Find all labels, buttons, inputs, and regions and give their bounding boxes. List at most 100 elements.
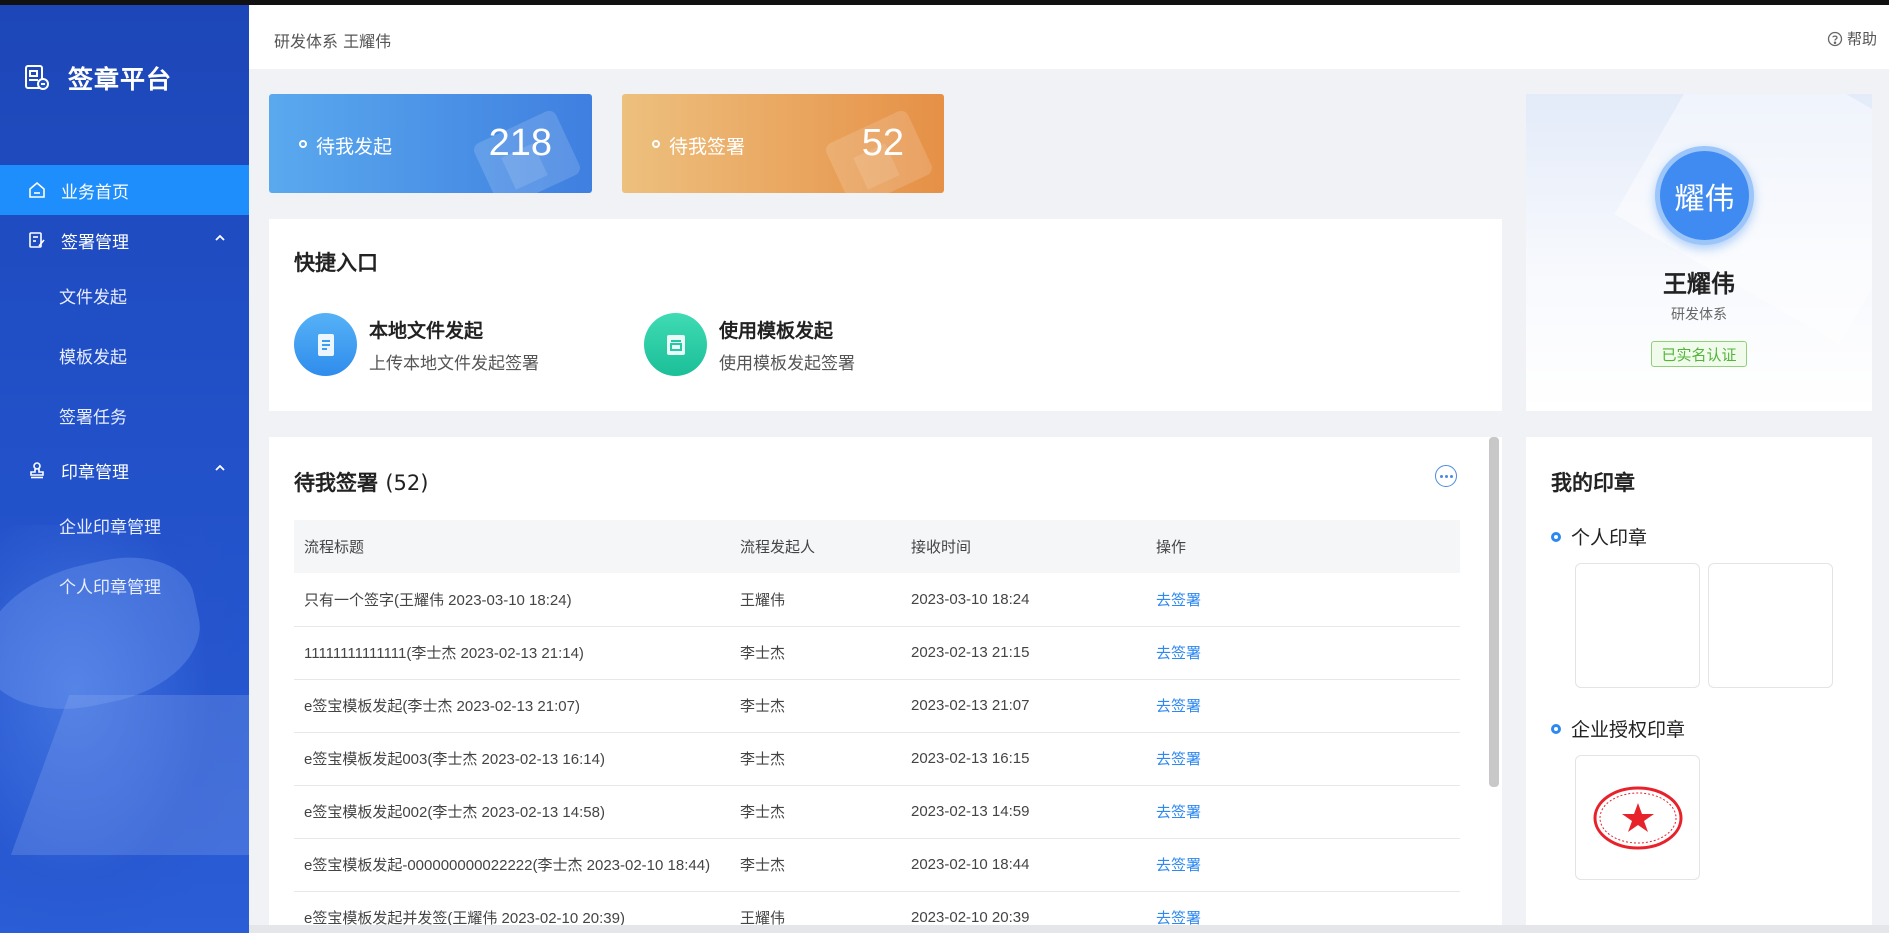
top-header: 研发体系 王耀伟 帮助 [249,5,1889,69]
company-seal-icon [1593,786,1683,850]
local-file-initiate-entry[interactable]: 本地文件发起 上传本地文件发起签署 [294,313,539,376]
table-row: e签宝模板发起003(李士杰 2023-02-13 16:14) 李士杰 2023-… [294,732,1460,785]
pending-sign-panel: 待我签署 (52) 流程标题 流程发起人 接收时间 操作 只有一个签字(王耀伟 … [269,437,1502,933]
cell-action: 去签署 [1146,626,1460,679]
my-seals-title: 我的印章 [1551,471,1635,495]
stat-card-to-initiate[interactable]: 待我发起 218 [269,94,592,193]
cell-action: 去签署 [1146,732,1460,785]
entry-subtitle: 上传本地文件发起签署 [369,353,539,374]
go-sign-link[interactable]: 去签署 [1156,592,1201,609]
bullet-icon [299,140,307,148]
stat-label: 待我发起 [316,136,393,158]
stamp-icon [30,462,44,479]
cell-action: 去签署 [1146,838,1460,891]
sidebar-item-file-initiate[interactable]: 文件发起 [0,265,249,325]
go-sign-link[interactable]: 去签署 [1156,698,1201,715]
table-header-row: 流程标题 流程发起人 接收时间 操作 [294,520,1460,573]
cell-title: 11111111111111(李士杰 2023-02-13 21:14) [304,645,584,662]
cell-title: e签宝模板发起002(李士杰 2023-02-13 14:58) [304,804,605,821]
cell-initiator: 王耀伟 [740,591,786,609]
cell-time: 2023-02-13 21:07 [911,697,1030,714]
chevron-up-icon [215,234,225,241]
app-title: 签章平台 [68,65,173,94]
entry-subtitle: 使用模板发起签署 [719,353,855,374]
column-header-title: 流程标题 [304,539,365,556]
sidebar-item-label: 印章管理 [61,462,129,483]
my-seals-panel: 我的印章 个人印章 企业授权印章 [1526,437,1872,933]
sidebar-item-sign-tasks[interactable]: 签署任务 [0,385,249,445]
cell-initiator: 李士杰 [740,698,786,715]
bullet-icon [1551,531,1561,542]
sidebar-item-template-initiate[interactable]: 模板发起 [0,325,249,385]
template-initiate-entry[interactable]: 使用模板发起 使用模板发起签署 [644,313,855,376]
stat-card-to-sign[interactable]: 待我签署 52 [622,94,944,193]
sidebar-item-personal-stamps[interactable]: 个人印章管理 [0,555,249,615]
go-sign-link[interactable]: 去签署 [1156,857,1201,874]
cell-time: 2023-03-10 18:24 [911,590,1030,608]
table-row: e签宝模板发起002(李士杰 2023-02-13 14:58) 李士杰 2023-… [294,785,1460,838]
stat-value: 218 [488,122,552,164]
cell-initiator: 李士杰 [740,804,786,821]
sidebar-item-label: 业务首页 [61,182,129,203]
cell-initiator: 李士杰 [740,751,786,768]
pending-sign-table: 流程标题 流程发起人 接收时间 操作 只有一个签字(王耀伟 2023-03-10… [294,520,1460,933]
pending-sign-title: 待我签署 (52) [294,471,429,495]
table-row: 只有一个签字(王耀伟 2023-03-10 18:24) 王耀伟 2023-03-1… [294,573,1460,626]
help-button[interactable]: 帮助 [1827,28,1877,49]
home-icon [29,181,45,198]
stat-label: 待我签署 [669,136,746,158]
avatar[interactable]: 耀伟 [1655,146,1754,245]
enterprise-seal-section-title: 企业授权印章 [1551,715,1685,742]
cell-time: 2023-02-13 21:15 [911,644,1030,661]
cell-title: e签宝模板发起003(李士杰 2023-02-13 16:14) [304,751,605,768]
go-sign-link[interactable]: 去签署 [1156,804,1201,821]
profile-department: 研发体系 [1671,307,1727,323]
document-icon [294,313,357,376]
logo-icon [25,65,49,90]
personal-seal-slot[interactable] [1575,563,1700,688]
cell-title: 只有一个签字(王耀伟 2023-03-10 18:24) [304,591,572,609]
sidebar-item-home[interactable]: 业务首页 [0,165,249,215]
question-circle-icon [1827,31,1843,46]
bullet-icon [1551,723,1561,734]
personal-seal-slot[interactable] [1708,563,1833,688]
breadcrumb: 研发体系 王耀伟 [274,32,392,51]
sign-manage-icon [29,232,45,248]
cell-initiator: 李士杰 [740,645,786,662]
stat-value: 52 [861,122,904,164]
sidebar-item-label: 签署管理 [61,232,129,253]
cell-title: e签宝模板发起(李士杰 2023-02-13 21:07) [304,698,580,715]
personal-seal-section-title: 个人印章 [1551,523,1647,550]
table-row: e签宝模板发起(李士杰 2023-02-13 21:07) 李士杰 2023-02-… [294,679,1460,732]
go-sign-link[interactable]: 去签署 [1156,645,1201,662]
profile-name: 王耀伟 [1663,270,1735,298]
more-icon[interactable] [1435,465,1457,487]
column-header-time: 接收时间 [911,539,972,556]
cell-action: 去签署 [1146,679,1460,732]
app-logo[interactable]: 签章平台 [24,60,172,96]
entry-title: 本地文件发起 [369,319,484,342]
cell-initiator: 李士杰 [740,857,786,874]
scrollbar[interactable] [1489,437,1499,787]
table-row: 11111111111111(李士杰 2023-02-13 21:14) 李士杰 2… [294,626,1460,679]
quick-entry-panel: 快捷入口 本地文件发起 上传本地文件发起签署 使用模板发起 使用模板发起签署 [269,219,1502,411]
cell-title: e签宝模板发起-000000000022222(李士杰 2023-02-10 1… [304,857,711,874]
cell-time: 2023-02-13 14:59 [911,803,1030,820]
sidebar-item-stamp-manage[interactable]: 印章管理 [0,445,249,495]
cell-time: 2023-02-13 16:15 [911,750,1030,767]
cell-action: 去签署 [1146,573,1460,626]
window-top-border [0,0,1889,5]
chevron-up-icon [215,464,225,471]
sidebar: 签章平台 业务首页 签署管理 文件发起 模板发起 签署任务 印章管理 企业印章管… [0,5,249,933]
help-label: 帮助 [1846,30,1877,48]
pending-count: (52) [385,471,429,495]
column-header-initiator: 流程发起人 [740,539,816,556]
cell-time: 2023-02-10 18:44 [911,856,1030,873]
bullet-icon [652,140,660,148]
sidebar-item-enterprise-stamps[interactable]: 企业印章管理 [0,495,249,555]
table-row: e签宝模板发起-000000000022222(李士杰 2023-02-10 1… [294,838,1460,891]
template-icon [644,313,707,376]
sidebar-item-sign-manage[interactable]: 签署管理 [0,215,249,265]
go-sign-link[interactable]: 去签署 [1156,751,1201,768]
enterprise-seal-item[interactable] [1575,755,1700,880]
